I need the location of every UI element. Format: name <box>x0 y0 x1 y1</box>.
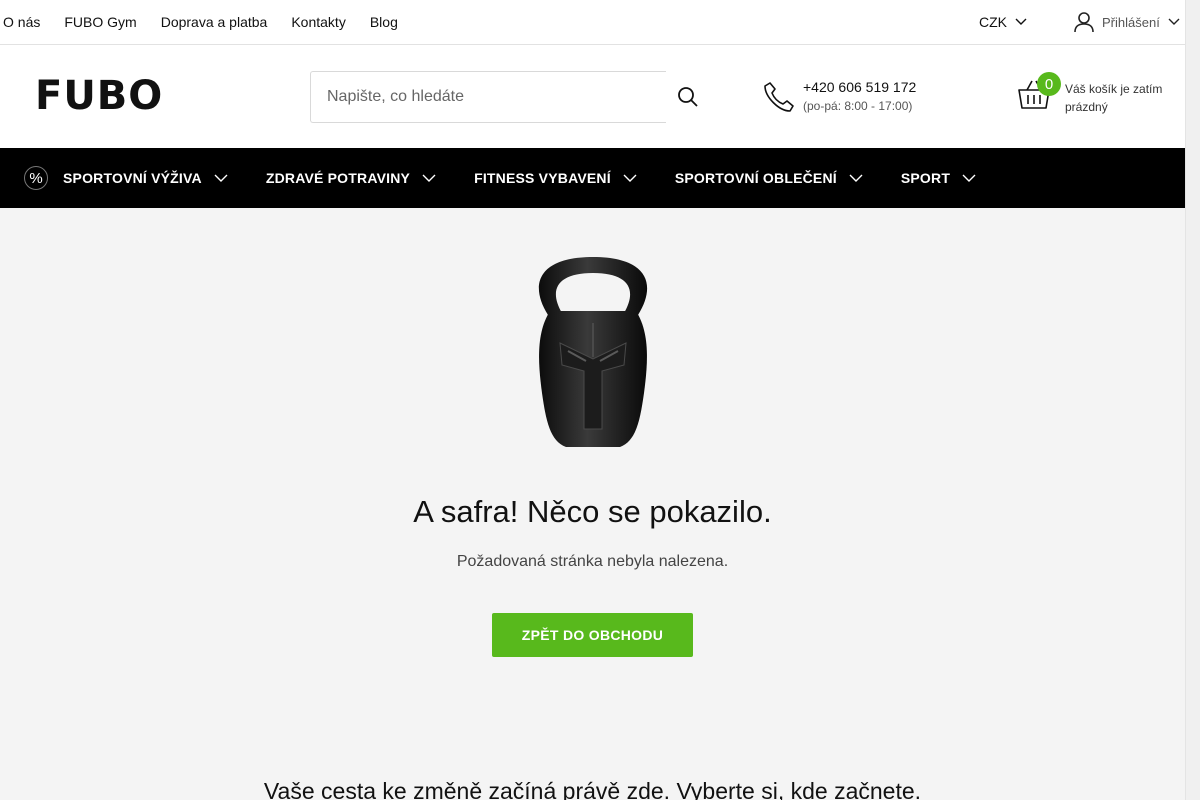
top-link-shipping[interactable]: Doprava a platba <box>161 14 268 30</box>
back-to-shop-button[interactable]: ZPĚT DO OBCHODU <box>492 613 693 657</box>
phone-contact[interactable]: +420 606 519 172 (po-pá: 8:00 - 17:00) <box>803 79 916 113</box>
search-box <box>310 71 666 123</box>
nav-item-label: ZDRAVÉ POTRAVINY <box>265 170 411 186</box>
login-label: Přihlášení <box>1102 14 1160 30</box>
nav-item-sports-nutrition[interactable]: SPORTOVNÍ VÝŽIVA <box>63 170 228 186</box>
nav-item-fitness-equipment[interactable]: FITNESS VYBAVENÍ <box>474 170 637 186</box>
chevron-down-icon <box>1168 18 1180 25</box>
chevron-down-icon <box>1015 18 1027 25</box>
section-heading: Vaše cesta ke změně začíná právě zde. Vy… <box>263 778 922 800</box>
page: O nás FUBO Gym Doprava a platba Kontakty… <box>0 0 1185 800</box>
login-menu[interactable]: Přihlášení <box>1073 0 1180 44</box>
top-link-blog[interactable]: Blog <box>370 14 398 30</box>
nav-item-sportswear[interactable]: SPORTOVNÍ OBLEČENÍ <box>675 170 863 186</box>
phone-icon <box>762 80 796 119</box>
top-bar: O nás FUBO Gym Doprava a platba Kontakty… <box>0 0 1185 45</box>
search-button[interactable] <box>666 71 710 123</box>
chevron-down-icon <box>422 174 436 182</box>
nav-item-label: SPORTOVNÍ VÝŽIVA <box>63 170 202 186</box>
fubo-logo[interactable]: FUBO <box>35 76 163 116</box>
nav-item-label: SPORT <box>900 170 951 186</box>
chevron-down-icon <box>849 174 863 182</box>
chevron-down-icon <box>962 174 976 182</box>
chevron-down-icon <box>623 174 637 182</box>
search-input[interactable] <box>311 72 666 122</box>
top-links: O nás FUBO Gym Doprava a platba Kontakty… <box>3 0 422 44</box>
kettlebell-image <box>520 253 666 458</box>
page-scrollbar[interactable] <box>1185 0 1200 800</box>
main-nav: % SPORTOVNÍ VÝŽIVA ZDRAVÉ POTRAVINY FITN… <box>0 148 1185 208</box>
phone-number: +420 606 519 172 <box>803 79 917 95</box>
error-title: A safra! Něco se pokazilo. <box>413 494 772 529</box>
currency-label: CZK <box>979 14 1007 30</box>
top-link-contacts[interactable]: Kontakty <box>291 14 345 30</box>
percent-icon[interactable]: % <box>24 166 48 190</box>
cart-count-badge: 0 <box>1037 72 1061 96</box>
currency-selector[interactable]: CZK <box>979 0 1027 44</box>
user-icon <box>1073 11 1095 33</box>
nav-item-healthy-food[interactable]: ZDRAVÉ POTRAVINY <box>266 170 436 186</box>
nav-item-label: SPORTOVNÍ OBLEČENÍ <box>674 170 837 186</box>
nav-items: SPORTOVNÍ VÝŽIVA ZDRAVÉ POTRAVINY FITNES… <box>63 148 1014 208</box>
search-icon <box>678 87 698 107</box>
site-header: FUBO +420 606 519 172 (po-pá: 8:00 - 17:… <box>0 45 1185 148</box>
nav-item-sport[interactable]: SPORT <box>901 170 976 186</box>
cart-status[interactable]: Váš košík je zatím prázdný <box>1065 80 1165 116</box>
top-link-gym[interactable]: FUBO Gym <box>64 14 136 30</box>
error-subtitle: Požadovaná stránka nebyla nalezena. <box>456 553 729 570</box>
nav-item-label: FITNESS VYBAVENÍ <box>474 170 611 186</box>
chevron-down-icon <box>214 174 228 182</box>
top-link-about[interactable]: O nás <box>3 14 40 30</box>
phone-hours: (po-pá: 8:00 - 17:00) <box>803 99 913 113</box>
